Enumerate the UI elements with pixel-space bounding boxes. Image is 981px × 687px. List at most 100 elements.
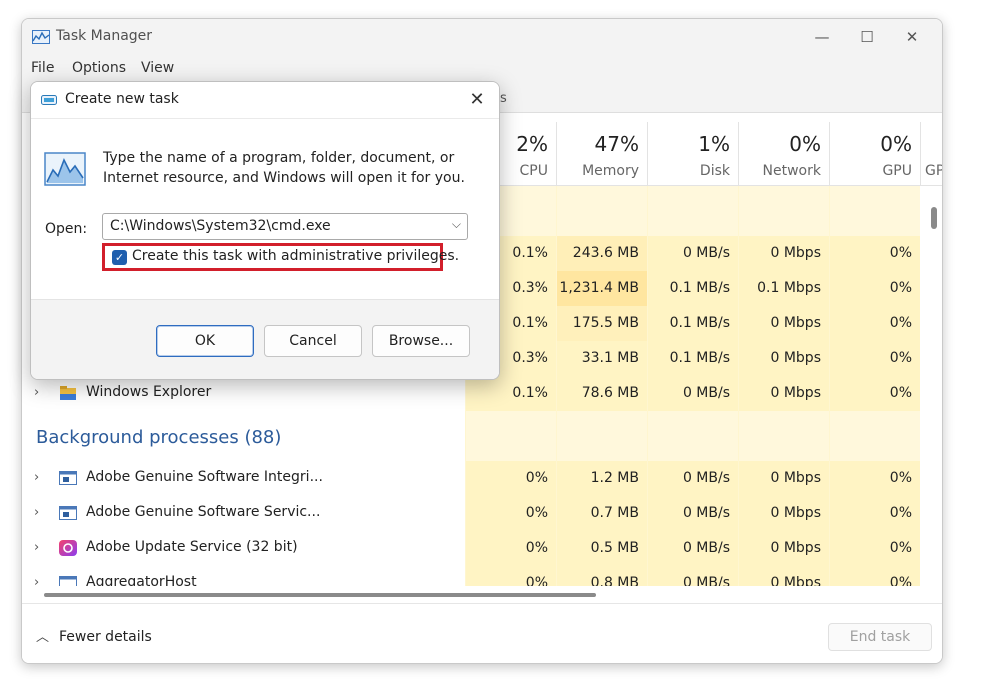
memory-cell: 0.8 MB xyxy=(556,566,647,586)
disk-cell: 0 MB/s xyxy=(647,236,738,271)
disk-total: 1% xyxy=(698,132,730,156)
network-label: Network xyxy=(762,163,821,179)
browse-button[interactable]: Browse... xyxy=(372,325,470,357)
table-row-windows-explorer[interactable]: › Windows Explorer 0.1% 78.6 MB 0 MB/s 0… xyxy=(22,376,920,411)
network-cell: 0 Mbps xyxy=(738,341,829,376)
menu-bar: File Options View xyxy=(22,55,942,81)
open-label: Open: xyxy=(45,221,88,237)
create-new-task-dialog: Create new task ✕ Type the name of a pro… xyxy=(30,81,500,380)
task-manager-icon xyxy=(44,152,86,186)
process-name: Windows Explorer xyxy=(86,384,212,400)
disk-cell: 0 MB/s xyxy=(647,496,738,531)
disk-cell: 0 MB/s xyxy=(647,531,738,566)
dialog-title: Create new task xyxy=(65,91,179,107)
task-manager-app-icon xyxy=(32,30,50,44)
application-icon xyxy=(59,506,77,520)
background-processes-heading: Background processes (88) xyxy=(36,427,282,448)
horizontal-scrollbar-thumb[interactable] xyxy=(44,593,596,597)
close-button[interactable]: ✕ xyxy=(892,23,932,51)
network-cell: 0 Mbps xyxy=(738,236,829,271)
memory-total: 47% xyxy=(594,132,639,156)
column-network[interactable]: 0% Network xyxy=(738,122,829,186)
expand-chevron-icon[interactable]: › xyxy=(34,505,39,520)
disk-cell: 0.1 MB/s xyxy=(647,306,738,341)
cpu-cell: 0.1% xyxy=(465,376,556,411)
ok-button[interactable]: OK xyxy=(156,325,254,357)
table-row[interactable]: › Adobe Update Service (32 bit) 0% 0.5 M… xyxy=(22,531,920,566)
memory-cell: 175.5 MB xyxy=(556,306,647,341)
network-total: 0% xyxy=(789,132,821,156)
cpu-cell: 0% xyxy=(465,461,556,496)
column-gpu[interactable]: 0% GPU xyxy=(829,122,920,186)
fewer-details-link[interactable]: ︿ Fewer details xyxy=(36,626,152,645)
gpu-cell: 0% xyxy=(829,496,920,531)
dialog-title-bar: Create new task ✕ xyxy=(31,82,499,118)
chevron-down-icon[interactable]: ⌵ xyxy=(452,217,461,232)
cpu-total: 2% xyxy=(516,132,548,156)
table-row[interactable]: › Adobe Genuine Software Servic... 0% 0.… xyxy=(22,496,920,531)
column-gpu-engine[interactable]: GP xyxy=(920,122,943,186)
column-memory[interactable]: 47% Memory xyxy=(556,122,647,186)
open-combobox[interactable]: C:\Windows\System32\cmd.exe ⌵ xyxy=(102,213,468,240)
process-name: Adobe Genuine Software Integri... xyxy=(86,469,323,485)
network-cell: 0 Mbps xyxy=(738,531,829,566)
network-cell: 0 Mbps xyxy=(738,376,829,411)
gpu-cell: 0% xyxy=(829,376,920,411)
admin-privileges-label[interactable]: Create this task with administrative pri… xyxy=(132,248,459,264)
memory-cell: 0.7 MB xyxy=(556,496,647,531)
gpu-cell: 0% xyxy=(829,271,920,306)
open-input-value[interactable]: C:\Windows\System32\cmd.exe xyxy=(110,218,331,234)
gpu-label: GPU xyxy=(882,163,912,179)
menu-options[interactable]: Options xyxy=(72,60,126,76)
gpu-engine-label: GP xyxy=(925,163,943,179)
adobe-creative-cloud-icon xyxy=(59,540,77,556)
dialog-close-button[interactable]: ✕ xyxy=(461,86,493,114)
network-cell: 0 Mbps xyxy=(738,461,829,496)
menu-file[interactable]: File xyxy=(31,60,54,76)
application-icon xyxy=(59,471,77,485)
memory-cell: 243.6 MB xyxy=(556,236,647,271)
disk-cell: 0 MB/s xyxy=(647,376,738,411)
dialog-button-bar: OK Cancel Browse... xyxy=(31,299,499,379)
expand-chevron-icon[interactable]: › xyxy=(34,470,39,485)
run-dialog-icon xyxy=(41,95,57,105)
dialog-body: Type the name of a program, folder, docu… xyxy=(31,118,499,299)
expand-chevron-icon[interactable]: › xyxy=(34,575,39,586)
chevron-up-icon: ︿ xyxy=(36,630,50,645)
table-row[interactable]: › Adobe Genuine Software Integri... 0% 1… xyxy=(22,461,920,496)
cancel-button[interactable]: Cancel xyxy=(264,325,362,357)
admin-highlight-box: ✓ Create this task with administrative p… xyxy=(102,243,459,271)
disk-cell: 0 MB/s xyxy=(647,566,738,586)
end-task-button[interactable]: End task xyxy=(828,623,932,651)
memory-cell: 78.6 MB xyxy=(556,376,647,411)
column-disk[interactable]: 1% Disk xyxy=(647,122,738,186)
table-row[interactable]: › AggregatorHost 0% 0.8 MB 0 MB/s 0 Mbps… xyxy=(22,566,920,586)
gpu-cell: 0% xyxy=(829,306,920,341)
expand-chevron-icon[interactable]: › xyxy=(34,385,39,400)
memory-label: Memory xyxy=(582,163,639,179)
disk-label: Disk xyxy=(699,163,730,179)
cpu-cell: 0% xyxy=(465,496,556,531)
expand-chevron-icon[interactable]: › xyxy=(34,540,39,555)
cpu-label: CPU xyxy=(519,163,548,179)
cpu-cell: 0% xyxy=(465,566,556,586)
admin-privileges-checkbox[interactable]: ✓ xyxy=(112,250,127,265)
cpu-cell: 0% xyxy=(465,531,556,566)
process-name: Adobe Genuine Software Servic... xyxy=(86,504,321,520)
tab-label-fragment[interactable]: s xyxy=(500,91,507,106)
minimize-button[interactable]: — xyxy=(802,23,842,51)
gpu-cell: 0% xyxy=(829,236,920,271)
menu-view[interactable]: View xyxy=(141,60,174,76)
vertical-scrollbar-thumb[interactable] xyxy=(931,207,937,229)
gpu-cell: 0% xyxy=(829,566,920,586)
title-bar: Task Manager — ☐ ✕ xyxy=(22,19,942,55)
gpu-cell: 0% xyxy=(829,461,920,496)
network-cell: 0 Mbps xyxy=(738,566,829,586)
fewer-details-label: Fewer details xyxy=(59,629,152,645)
disk-cell: 0.1 MB/s xyxy=(647,341,738,376)
disk-cell: 0.1 MB/s xyxy=(647,271,738,306)
gpu-total: 0% xyxy=(880,132,912,156)
memory-cell: 33.1 MB xyxy=(556,341,647,376)
application-icon xyxy=(59,576,77,586)
maximize-button[interactable]: ☐ xyxy=(847,23,887,51)
